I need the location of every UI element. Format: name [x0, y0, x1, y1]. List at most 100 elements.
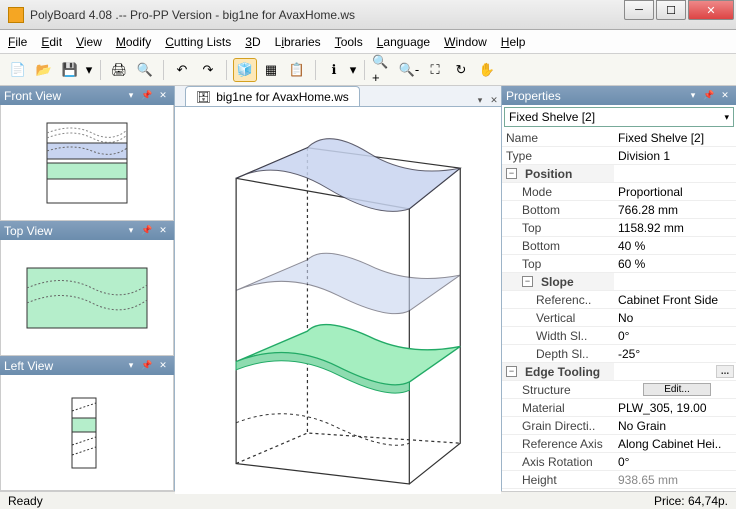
prop-grain-val[interactable]: No Grain [614, 417, 736, 434]
close-icon[interactable]: ✕ [156, 359, 170, 373]
undo-button[interactable]: ↶ [170, 58, 194, 82]
properties-object-selector[interactable]: Fixed Shelve [2] ▾ [504, 107, 734, 127]
prop-width-slope-key: Width Sl.. [502, 327, 614, 344]
menu-libraries[interactable]: Libraries [275, 35, 321, 49]
prop-top-pct-key: Top [502, 255, 614, 272]
properties-title: Properties [506, 89, 684, 103]
prop-material-key: Material [502, 399, 614, 416]
prop-top-val[interactable]: 1158.92 mm [614, 219, 736, 236]
menu-help[interactable]: Help [501, 35, 526, 49]
dropdown-icon[interactable]: ▾ [124, 359, 138, 373]
print-button[interactable]: 🖨 [107, 58, 131, 82]
cabinet-icon: 🗄 [196, 90, 211, 104]
zoom-fit-button[interactable]: ⛶ [423, 58, 447, 82]
properties-header: Properties ▾ 📌 ✕ [502, 86, 736, 105]
prop-width-slope-val[interactable]: 0° [614, 327, 736, 344]
list-button[interactable]: 📋 [285, 58, 309, 82]
pin-icon[interactable]: 📌 [140, 89, 154, 103]
dropdown-icon[interactable]: ▾ [124, 89, 138, 103]
pin-icon[interactable]: 📌 [140, 359, 154, 373]
left-view-header: Left View ▾ 📌 ✕ [0, 356, 174, 375]
top-view-header: Top View ▾ 📌 ✕ [0, 221, 174, 240]
rotate-button[interactable]: ↻ [449, 58, 473, 82]
prop-structure-val: Edit... [614, 381, 736, 398]
prop-depth-slope-val[interactable]: -25° [614, 345, 736, 362]
info-dropdown[interactable]: ▾ [348, 58, 358, 82]
menu-bar: File Edit View Modify Cutting Lists 3D L… [0, 30, 736, 54]
save-button[interactable]: 💾 [58, 58, 82, 82]
prop-refaxis-key: Reference Axis [502, 435, 614, 452]
prop-type-val[interactable]: Division 1 [614, 147, 736, 164]
zoom-out-button[interactable]: 🔍- [397, 58, 421, 82]
prop-mode-key: Mode [502, 183, 614, 200]
prop-bottom-pct-key: Bottom [502, 237, 614, 254]
menu-edit[interactable]: Edit [41, 35, 62, 49]
top-view-canvas[interactable] [0, 240, 174, 356]
prop-height-val: 938.65 mm [614, 471, 736, 488]
menu-cutting-lists[interactable]: Cutting Lists [165, 35, 231, 49]
prop-name-val[interactable]: Fixed Shelve [2] [614, 129, 736, 146]
close-button[interactable]: ✕ [688, 0, 734, 20]
price-text: Price: 64,74p. [654, 494, 728, 508]
prop-cat-slope[interactable]: −Slope [502, 273, 614, 290]
collapse-icon[interactable]: − [506, 168, 517, 179]
save-dropdown[interactable]: ▾ [84, 58, 94, 82]
info-button[interactable]: ℹ [322, 58, 346, 82]
menu-3d[interactable]: 3D [245, 35, 260, 49]
menu-language[interactable]: Language [377, 35, 430, 49]
prop-top-pct-val[interactable]: 60 % [614, 255, 736, 272]
prop-reference-val[interactable]: Cabinet Front Side [614, 291, 736, 308]
edit-structure-button[interactable]: Edit... [643, 383, 711, 396]
view3d-button[interactable]: 🧊 [233, 58, 257, 82]
prop-bottom-pct-val[interactable]: 40 % [614, 237, 736, 254]
new-button[interactable]: 📄 [6, 58, 30, 82]
pin-icon[interactable]: 📌 [140, 224, 154, 238]
tab-close-icon[interactable]: ✕ [487, 95, 501, 106]
document-tab[interactable]: 🗄 big1ne for AvaxHome.ws [185, 86, 360, 106]
left-view-canvas[interactable] [0, 375, 174, 491]
prop-axisrot-val[interactable]: 0° [614, 453, 736, 470]
pin-icon[interactable]: 📌 [702, 89, 716, 103]
menu-file[interactable]: File [8, 35, 27, 49]
selected-object-label: Fixed Shelve [2] [509, 110, 595, 124]
document-tab-row: 🗄 big1ne for AvaxHome.ws ▾ ✕ [175, 86, 501, 107]
prop-vertical-val[interactable]: No [614, 309, 736, 326]
prop-material-val[interactable]: PLW_305, 19.00 [614, 399, 736, 416]
document-tab-label: big1ne for AvaxHome.ws [216, 90, 349, 104]
preview-button[interactable]: 🔍 [133, 58, 157, 82]
prop-vertical-key: Vertical [502, 309, 614, 326]
front-view-canvas[interactable] [0, 105, 174, 221]
close-icon[interactable]: ✕ [156, 89, 170, 103]
prop-refaxis-val[interactable]: Along Cabinet Hei.. [614, 435, 736, 452]
minimize-button[interactable]: ─ [624, 0, 654, 20]
menu-view[interactable]: View [76, 35, 102, 49]
open-button[interactable]: 📂 [32, 58, 56, 82]
close-icon[interactable]: ✕ [156, 224, 170, 238]
prop-bottom-val[interactable]: 766.28 mm [614, 201, 736, 218]
prop-bottom-key: Bottom [502, 201, 614, 218]
prop-reference-key: Referenc.. [502, 291, 614, 308]
zoom-in-button[interactable]: 🔍+ [371, 58, 395, 82]
menu-window[interactable]: Window [444, 35, 487, 49]
top-view-title: Top View [4, 224, 122, 238]
prop-name-key: Name [502, 129, 614, 146]
close-icon[interactable]: ✕ [718, 89, 732, 103]
collapse-icon[interactable]: − [506, 366, 517, 377]
maximize-button[interactable]: ☐ [656, 0, 686, 20]
3d-viewport[interactable] [175, 107, 501, 494]
ellipsis-button[interactable]: ... [716, 365, 734, 378]
menu-modify[interactable]: Modify [116, 35, 151, 49]
menu-tools[interactable]: Tools [335, 35, 363, 49]
dropdown-icon[interactable]: ▾ [124, 224, 138, 238]
prop-cat-position[interactable]: −Position [502, 165, 614, 182]
cabinet-button[interactable]: ▦ [259, 58, 283, 82]
tab-dropdown-icon[interactable]: ▾ [473, 95, 487, 106]
prop-mode-val[interactable]: Proportional [614, 183, 736, 200]
dropdown-icon[interactable]: ▾ [686, 89, 700, 103]
collapse-icon[interactable]: − [522, 276, 533, 287]
redo-button[interactable]: ↷ [196, 58, 220, 82]
properties-grid: NameFixed Shelve [2] TypeDivision 1 −Pos… [502, 129, 736, 491]
pan-button[interactable]: ✋ [475, 58, 499, 82]
prop-cat-edge[interactable]: −Edge Tooling [502, 363, 614, 380]
front-view-title: Front View [4, 89, 122, 103]
